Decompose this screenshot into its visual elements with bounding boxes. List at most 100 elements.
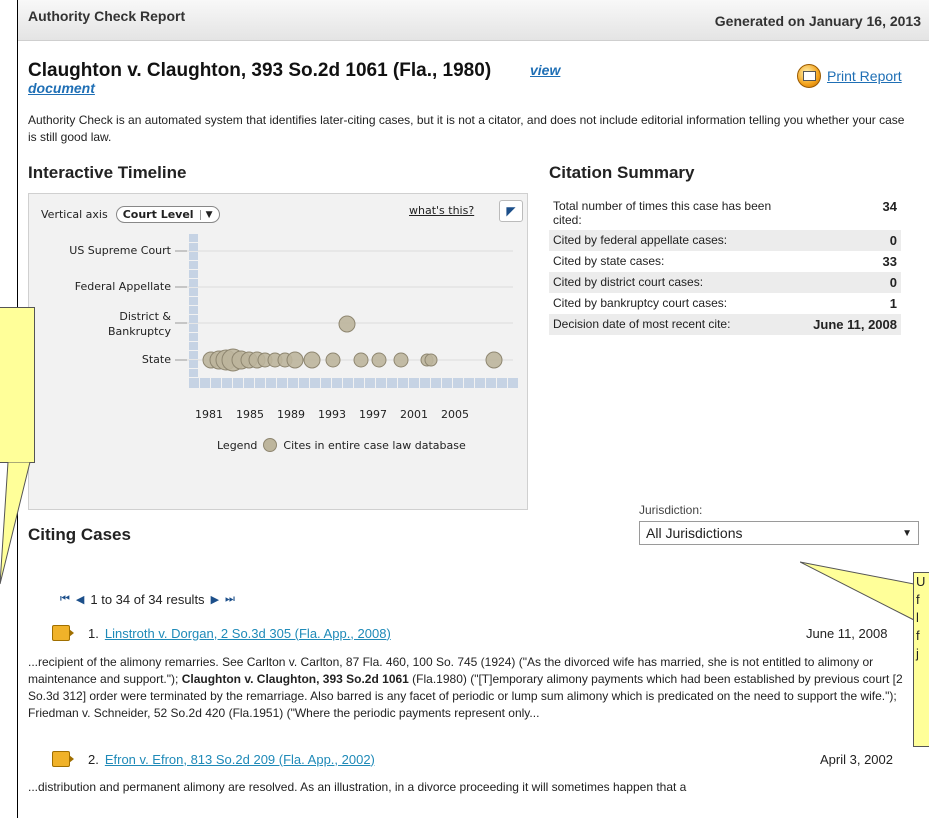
callout-text: U bbox=[916, 574, 926, 589]
x-tick: 1989 bbox=[277, 408, 305, 421]
summary-label: Total number of times this case has been… bbox=[553, 199, 772, 227]
axis-segment bbox=[189, 234, 198, 242]
axis-segment bbox=[189, 360, 198, 368]
summary-value: 1 bbox=[889, 296, 897, 311]
x-tick: 1981 bbox=[195, 408, 223, 421]
axis-segment bbox=[310, 378, 320, 388]
print-report-button[interactable]: Print Report bbox=[797, 64, 902, 88]
axis-segment bbox=[189, 342, 198, 350]
list-item: 2. Efron v. Efron, 813 So.2d 209 (Fla. A… bbox=[52, 751, 375, 767]
callout-left-pointer bbox=[0, 462, 31, 585]
axis-segment bbox=[453, 378, 463, 388]
axis-segment bbox=[387, 378, 397, 388]
first-page-icon[interactable]: ⏮ bbox=[60, 593, 70, 606]
summary-row: Total number of times this case has been… bbox=[549, 196, 901, 230]
list-item: 1. Linstroth v. Dorgan, 2 So.3d 305 (Fla… bbox=[52, 625, 391, 641]
case-link[interactable]: Efron v. Efron, 813 So.2d 209 (Fla. App.… bbox=[105, 752, 375, 767]
axis-segment bbox=[189, 270, 198, 278]
summary-value: 33 bbox=[882, 254, 897, 269]
axis-segment bbox=[211, 378, 221, 388]
summary-label: Cited by district court cases: bbox=[549, 272, 807, 293]
next-page-icon[interactable]: ▶ bbox=[211, 593, 219, 606]
snippet-highlight: Claughton v. Claughton, 393 So.2d 1061 bbox=[181, 672, 409, 686]
summary-value: 0 bbox=[807, 272, 901, 293]
summary-value: June 11, 2008 bbox=[807, 314, 901, 335]
axis-segment bbox=[189, 243, 198, 251]
cite-bubble bbox=[393, 352, 409, 368]
print-report-label[interactable]: Print Report bbox=[827, 68, 902, 84]
cite-bubble bbox=[286, 351, 304, 369]
legend-label: Legend bbox=[217, 438, 258, 452]
callout-right: U f l f j bbox=[913, 572, 929, 747]
axis-segment bbox=[343, 378, 353, 388]
axis-segment bbox=[299, 378, 309, 388]
axis-segment bbox=[189, 378, 199, 388]
x-tick: 1985 bbox=[236, 408, 264, 421]
axis-segment bbox=[365, 378, 375, 388]
legend-bubble-icon bbox=[263, 438, 278, 452]
timeline-heading: Interactive Timeline bbox=[28, 163, 187, 182]
timeline-legend: Legend Cites in entire case law database bbox=[217, 438, 466, 452]
cite-bubble bbox=[303, 351, 321, 369]
axis-segment bbox=[189, 306, 198, 314]
results-count: 1 to 34 of 34 results bbox=[90, 592, 205, 607]
axis-segment bbox=[222, 378, 232, 388]
axis-segment bbox=[244, 378, 254, 388]
x-tick: 2001 bbox=[400, 408, 428, 421]
callout-text: f bbox=[916, 592, 920, 607]
view-document-link[interactable]: view bbox=[530, 62, 560, 78]
view-document-link-cont[interactable]: document bbox=[28, 80, 95, 96]
axis-segment bbox=[409, 378, 419, 388]
report-header-bar: Authority Check Report Generated on Janu… bbox=[18, 0, 929, 41]
axis-segment bbox=[189, 315, 198, 323]
axis-segment bbox=[497, 378, 507, 388]
axis-segment bbox=[233, 378, 243, 388]
summary-heading: Citation Summary bbox=[549, 163, 695, 182]
jurisdiction-select[interactable]: All Jurisdictions ▼ bbox=[639, 521, 919, 545]
callout-text: l bbox=[916, 610, 919, 625]
results-pager: ⏮ ◀ 1 to 34 of 34 results ▶ ⏭ bbox=[60, 592, 235, 607]
axis-segment bbox=[288, 378, 298, 388]
citing-case-icon bbox=[52, 625, 74, 641]
last-page-icon[interactable]: ⏭ bbox=[225, 593, 235, 606]
axis-segment bbox=[277, 378, 287, 388]
chevron-down-icon: ▼ bbox=[902, 527, 912, 539]
axis-segment bbox=[354, 378, 364, 388]
summary-label: Cited by federal appellate cases: bbox=[549, 230, 807, 251]
x-tick: 2005 bbox=[441, 408, 469, 421]
x-tick: 1993 bbox=[318, 408, 346, 421]
interactive-timeline[interactable]: Vertical axis Court Level ▼ what's this?… bbox=[28, 193, 528, 510]
axis-segment bbox=[189, 333, 198, 341]
axis-segment bbox=[420, 378, 430, 388]
printer-icon bbox=[797, 64, 821, 88]
timeline-plot bbox=[175, 234, 518, 388]
summary-row: Cited by bankruptcy court cases: 1 bbox=[549, 293, 901, 314]
axis-segment bbox=[189, 351, 198, 359]
cite-bubble bbox=[424, 353, 438, 367]
axis-segment bbox=[376, 378, 386, 388]
case-link[interactable]: Linstroth v. Dorgan, 2 So.3d 305 (Fla. A… bbox=[105, 626, 391, 641]
cite-bubble bbox=[371, 352, 387, 368]
axis-segment bbox=[189, 279, 198, 287]
summary-label: Decision date of most recent cite: bbox=[549, 314, 807, 335]
axis-segment bbox=[486, 378, 496, 388]
axis-segment bbox=[266, 378, 276, 388]
axis-segment bbox=[189, 261, 198, 269]
axis-segment bbox=[398, 378, 408, 388]
prev-page-icon[interactable]: ◀ bbox=[76, 593, 84, 606]
axis-segment bbox=[189, 324, 198, 332]
axis-segment bbox=[442, 378, 452, 388]
axis-segment bbox=[255, 378, 265, 388]
cite-bubble bbox=[338, 315, 356, 333]
case-snippet: ...distribution and permanent alimony ar… bbox=[28, 780, 687, 794]
axis-segment bbox=[200, 378, 210, 388]
callout-right-pointer bbox=[800, 561, 915, 621]
summary-label: Cited by state cases: bbox=[553, 254, 665, 268]
summary-value: 0 bbox=[807, 230, 901, 251]
case-number: 1. bbox=[88, 625, 99, 641]
case-number: 2. bbox=[88, 751, 99, 767]
jurisdiction-value: All Jurisdictions bbox=[646, 525, 743, 541]
callout-text: f bbox=[916, 628, 920, 643]
cite-bubble bbox=[325, 352, 341, 368]
axis-segment bbox=[508, 378, 518, 388]
